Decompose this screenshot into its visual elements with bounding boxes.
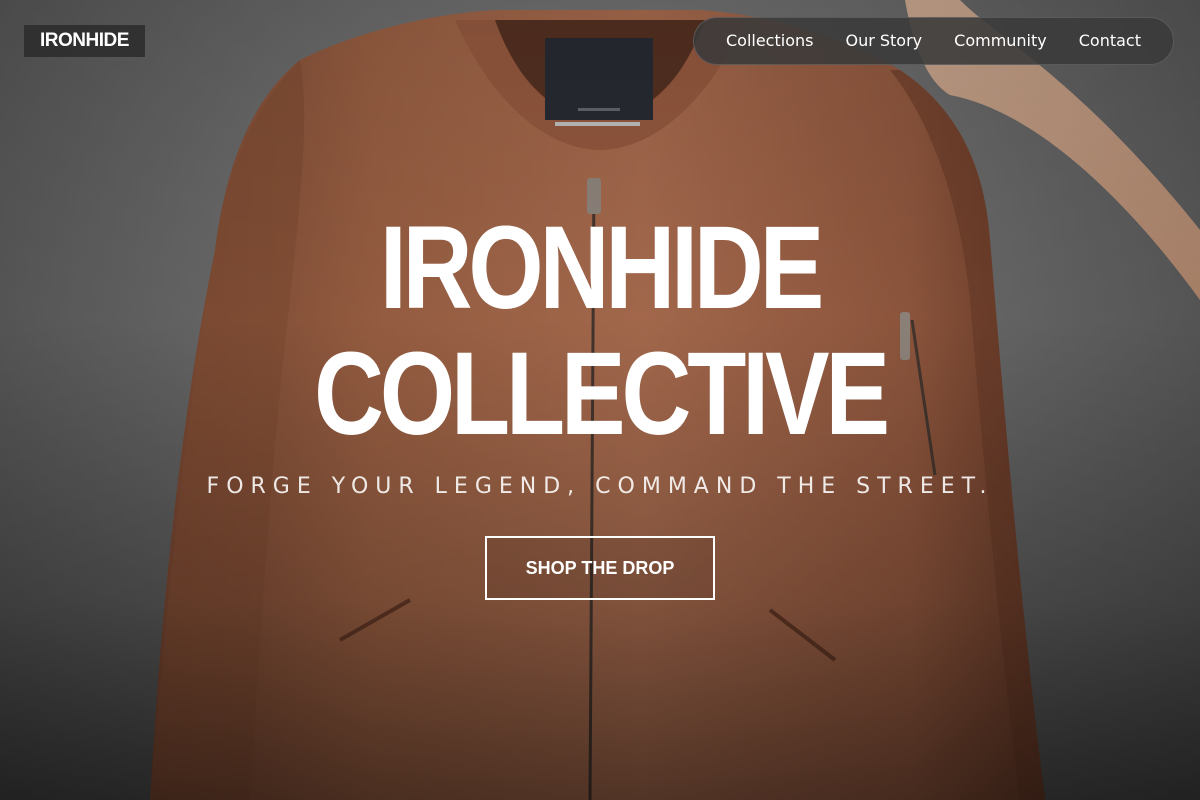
hero-title-line-1: IRONHIDE (379, 202, 824, 334)
nav-item-community[interactable]: Community (938, 17, 1063, 65)
nav-item-collections[interactable]: Collections (710, 17, 829, 65)
nav-item-contact[interactable]: Contact (1063, 17, 1157, 65)
main-navigation: Collections Our Story Community Contact (692, 17, 1174, 65)
brand-logo[interactable]: IRONHIDE (24, 25, 145, 57)
shop-the-drop-button[interactable]: SHOP THE DROP (485, 536, 715, 600)
hero-title: IRONHIDE COLLECTIVE (108, 205, 1092, 457)
hero-title-line-2: COLLECTIVE (314, 328, 890, 460)
hero-tagline: FORGE YOUR LEGEND, COMMAND THE STREET. (206, 474, 994, 499)
nav-item-our-story[interactable]: Our Story (829, 17, 938, 65)
